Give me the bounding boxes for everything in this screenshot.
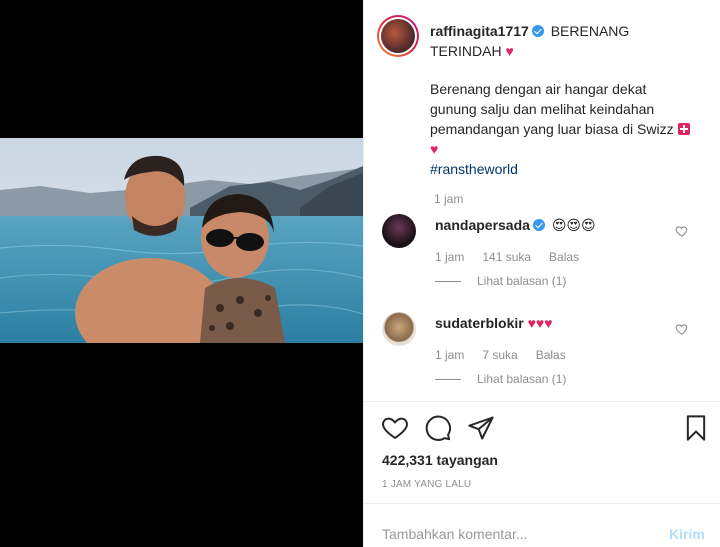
speech-bubble-icon[interactable] xyxy=(424,414,452,442)
comment-meta: 1 jam 141 suka Balas xyxy=(435,250,579,264)
view-replies-label[interactable]: Lihat balasan (1) xyxy=(477,274,566,288)
commenter-username[interactable]: nandapersada xyxy=(435,217,530,233)
verified-badge-icon xyxy=(532,219,545,231)
caption-body-text: Berenang dengan air hangar dekat gunung … xyxy=(430,81,674,137)
comment-like-icon[interactable] xyxy=(675,224,689,238)
heart-emoji-icon: ♥ xyxy=(430,141,439,157)
comment-likes[interactable]: 7 suka xyxy=(482,348,517,362)
view-replies-label[interactable]: Lihat balasan (1) xyxy=(477,372,566,386)
post-modal: raffinagita1717 BERENANG TERINDAH ♥ Bere… xyxy=(0,0,720,547)
hashtag-link[interactable]: #ranstheworld xyxy=(430,161,518,177)
post-timestamp[interactable]: 1 JAM YANG LALU xyxy=(382,479,471,490)
media-pane xyxy=(0,0,363,547)
reply-button[interactable]: Balas xyxy=(549,250,579,264)
send-button[interactable]: Kirim xyxy=(669,526,705,542)
heart-outline-icon[interactable] xyxy=(381,414,409,442)
commenter-avatar[interactable] xyxy=(382,312,416,346)
bookmark-icon[interactable] xyxy=(682,414,710,442)
caption-body: Berenang dengan air hangar dekat gunung … xyxy=(430,79,690,179)
verified-badge-icon xyxy=(531,25,544,37)
caption: raffinagita1717 BERENANG TERINDAH ♥ Bere… xyxy=(377,15,697,179)
paper-plane-icon[interactable] xyxy=(467,414,495,442)
view-replies[interactable]: Lihat balasan (1) xyxy=(435,274,566,288)
view-count[interactable]: 422,331 tayangan xyxy=(382,452,498,468)
comment-content: ♥♥♥ xyxy=(527,315,553,331)
section-divider xyxy=(363,401,720,402)
pool-photo xyxy=(0,138,363,343)
commenter-username[interactable]: sudaterblokir xyxy=(435,315,524,331)
action-bar xyxy=(381,414,711,442)
reply-divider xyxy=(435,280,461,282)
author-avatar[interactable] xyxy=(377,15,419,57)
caption-timestamp[interactable]: 1 jam xyxy=(434,192,463,206)
reply-button[interactable]: Balas xyxy=(536,348,566,362)
caption-text: raffinagita1717 BERENANG TERINDAH ♥ Bere… xyxy=(430,21,690,179)
comment-text: nandapersada 😍😍😍 xyxy=(435,216,685,234)
view-replies[interactable]: Lihat balasan (1) xyxy=(435,372,566,386)
comment-time[interactable]: 1 jam xyxy=(435,348,464,362)
comment-meta: 1 jam 7 suka Balas xyxy=(435,348,566,362)
comment-like-icon[interactable] xyxy=(675,322,689,336)
comment-text: sudaterblokir ♥♥♥ xyxy=(435,314,685,332)
author-username[interactable]: raffinagita1717 xyxy=(430,23,529,39)
reply-divider xyxy=(435,378,461,380)
post-video[interactable] xyxy=(0,138,363,343)
comment-input[interactable]: Tambahkan komentar... xyxy=(382,526,528,542)
comment-content: 😍😍😍 xyxy=(551,217,596,233)
swiss-flag-icon xyxy=(677,123,690,135)
heart-emoji-icon: ♥ xyxy=(505,43,514,59)
section-divider xyxy=(363,503,720,504)
comment-time[interactable]: 1 jam xyxy=(435,250,464,264)
comment-likes[interactable]: 141 suka xyxy=(482,250,531,264)
commenter-avatar[interactable] xyxy=(382,214,416,248)
